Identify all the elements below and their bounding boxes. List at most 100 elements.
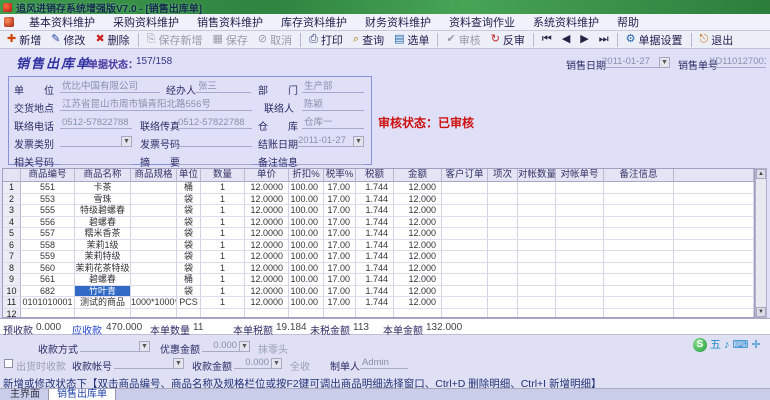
- cell-amount[interactable]: 12.000: [394, 239, 442, 251]
- cell-tax[interactable]: 1.744: [356, 228, 394, 240]
- cell-item[interactable]: [488, 239, 518, 251]
- cell-name[interactable]: 测试的商品: [75, 297, 131, 309]
- cell-no[interactable]: 3: [3, 205, 21, 217]
- cell-spec[interactable]: [131, 216, 177, 228]
- cell-spec[interactable]: [131, 228, 177, 240]
- cell-filler[interactable]: [674, 193, 754, 205]
- cell-remark[interactable]: [604, 251, 674, 263]
- cell-amount[interactable]: 12.000: [394, 297, 442, 309]
- toolbar-button-next-record[interactable]: ▶: [575, 33, 593, 46]
- toolbar-button-last-record[interactable]: ⏭: [594, 33, 614, 46]
- cell-amount[interactable]: 12.000: [394, 274, 442, 286]
- cell-discount[interactable]: [289, 308, 324, 317]
- received-amount-dropdown-icon[interactable]: ▼: [271, 358, 282, 368]
- cell-price[interactable]: 12.0000: [245, 193, 289, 205]
- cell-name[interactable]: 卡茶: [75, 182, 131, 194]
- cell-spec[interactable]: [131, 274, 177, 286]
- col-header-remark[interactable]: 备注信息: [604, 169, 674, 182]
- cell-name[interactable]: 茉莉花茶特级: [75, 262, 131, 274]
- cell-spec[interactable]: [131, 205, 177, 217]
- settle-date-dropdown-icon[interactable]: ▼: [353, 136, 364, 146]
- cell-no[interactable]: 1: [3, 182, 21, 194]
- cell-order[interactable]: [442, 216, 488, 228]
- cell-unit[interactable]: 袋: [177, 228, 201, 240]
- cell-discount[interactable]: 100.00: [289, 251, 324, 263]
- cell-no[interactable]: 2: [3, 193, 21, 205]
- toolbar-button-delete[interactable]: ✖ 删除: [90, 31, 134, 49]
- cell-filler[interactable]: [674, 228, 754, 240]
- cell-filler[interactable]: [674, 239, 754, 251]
- cell-price[interactable]: 12.0000: [245, 239, 289, 251]
- cell-qty[interactable]: 1: [201, 228, 245, 240]
- cell-unit[interactable]: 袋: [177, 262, 201, 274]
- cell-filler[interactable]: [674, 182, 754, 194]
- cell-tax[interactable]: 1.744: [356, 193, 394, 205]
- delivery-address-field[interactable]: 江苏省昆山市周市镇青阳北路556号: [60, 98, 252, 111]
- cell-taxrate[interactable]: [324, 308, 356, 317]
- toolbar-button-first-record[interactable]: ⏮: [537, 33, 557, 46]
- cell-remark[interactable]: [604, 297, 674, 309]
- cell-discount[interactable]: 100.00: [289, 297, 324, 309]
- ime-logo-icon[interactable]: S: [693, 338, 707, 352]
- cell-discount[interactable]: 100.00: [289, 205, 324, 217]
- cell-qty[interactable]: 1: [201, 274, 245, 286]
- cell-unit[interactable]: PCS: [177, 297, 201, 309]
- cell-amount[interactable]: 12.000: [394, 262, 442, 274]
- cell-recqty[interactable]: [518, 205, 556, 217]
- cell-item[interactable]: [488, 262, 518, 274]
- cell-recno[interactable]: [556, 205, 604, 217]
- cell-amount[interactable]: 12.000: [394, 193, 442, 205]
- cell-recqty[interactable]: [518, 228, 556, 240]
- cell-remark[interactable]: [604, 308, 674, 317]
- col-header-item[interactable]: 项次: [488, 169, 518, 182]
- cell-tax[interactable]: 1.744: [356, 297, 394, 309]
- col-header-price[interactable]: 单价: [245, 169, 289, 182]
- cell-taxrate[interactable]: 17.00: [324, 262, 356, 274]
- cell-taxrate[interactable]: 17.00: [324, 297, 356, 309]
- cell-order[interactable]: [442, 182, 488, 194]
- cell-tax[interactable]: 1.744: [356, 239, 394, 251]
- cell-taxrate[interactable]: 17.00: [324, 285, 356, 297]
- payment-method-dropdown-icon[interactable]: ▼: [139, 341, 150, 351]
- summary-field[interactable]: [176, 152, 252, 165]
- cell-tax[interactable]: 1.744: [356, 274, 394, 286]
- sale-date-dropdown-icon[interactable]: ▼: [659, 57, 670, 67]
- cell-order[interactable]: [442, 193, 488, 205]
- cell-amount[interactable]: 12.000: [394, 228, 442, 240]
- cell-price[interactable]: 12.0000: [245, 262, 289, 274]
- cell-discount[interactable]: 100.00: [289, 182, 324, 194]
- menu-item-7[interactable]: 系统资料维护: [524, 15, 608, 31]
- ime-tools-icon[interactable]: ✛: [751, 338, 760, 352]
- cell-item[interactable]: [488, 216, 518, 228]
- cell-tax[interactable]: 1.744: [356, 285, 394, 297]
- cell-recno[interactable]: [556, 182, 604, 194]
- sale-date-field[interactable]: 2011-01-27 ▼: [600, 55, 670, 68]
- cell-no[interactable]: 8: [3, 262, 21, 274]
- cell-unit[interactable]: 桶: [177, 274, 201, 286]
- toolbar-button-add[interactable]: ✚ 新增: [2, 31, 46, 49]
- cell-filler[interactable]: [674, 297, 754, 309]
- cell-qty[interactable]: 1: [201, 205, 245, 217]
- cell-amount[interactable]: 12.000: [394, 251, 442, 263]
- cell-item[interactable]: [488, 297, 518, 309]
- cell-recqty[interactable]: [518, 297, 556, 309]
- cell-recqty[interactable]: [518, 262, 556, 274]
- cell-remark[interactable]: [604, 228, 674, 240]
- cell-spec[interactable]: [131, 285, 177, 297]
- cell-filler[interactable]: [674, 251, 754, 263]
- cell-recqty[interactable]: [518, 274, 556, 286]
- cell-name[interactable]: 碧螺春: [75, 274, 131, 286]
- col-header-taxrate[interactable]: 税率%: [324, 169, 356, 182]
- cell-name[interactable]: 雪珠: [75, 193, 131, 205]
- invoice-type-field[interactable]: ▼: [60, 134, 132, 147]
- menu-item-1[interactable]: 基本资料维护: [20, 15, 104, 31]
- cell-spec[interactable]: [131, 262, 177, 274]
- cell-item[interactable]: [488, 182, 518, 194]
- cell-amount[interactable]: [394, 308, 442, 317]
- toolbar-button-unaudit[interactable]: ↻ 反审: [486, 31, 530, 49]
- cell-order[interactable]: [442, 228, 488, 240]
- cell-taxrate[interactable]: 17.00: [324, 228, 356, 240]
- cell-order[interactable]: [442, 308, 488, 317]
- cell-item[interactable]: [488, 308, 518, 317]
- cell-filler[interactable]: [674, 205, 754, 217]
